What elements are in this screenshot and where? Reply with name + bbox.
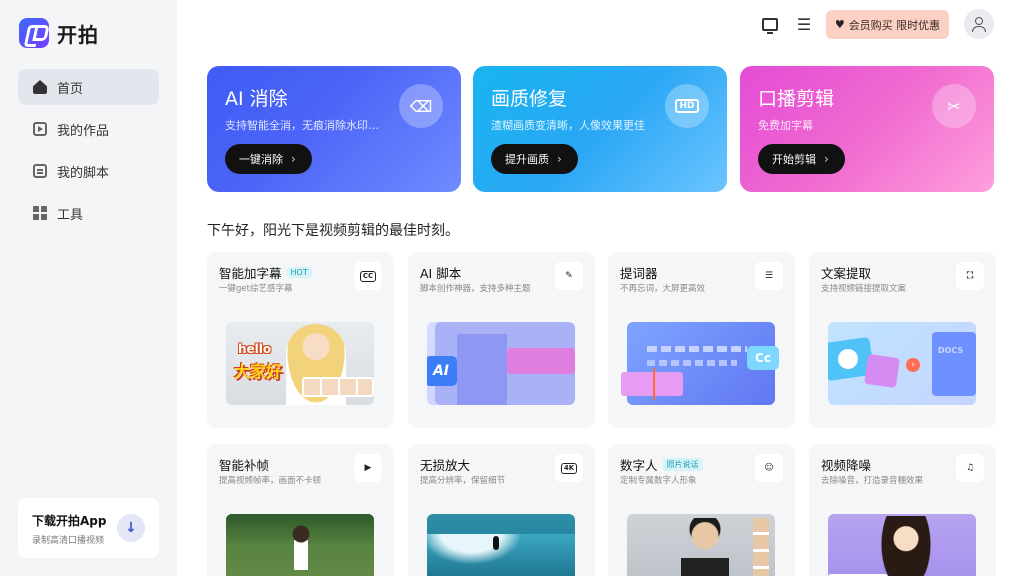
diamond-heart-icon: ♥ bbox=[834, 18, 845, 31]
card-thumbnail bbox=[226, 514, 374, 576]
chevron-right-icon: › bbox=[291, 152, 296, 166]
menu-icon[interactable]: ☰ bbox=[794, 14, 814, 34]
sidebar: 开拍 首页 我的作品 我的脚本 工具 下载开拍App 录制高清口播视频 ↓ bbox=[0, 0, 177, 576]
card-subtitle: 去除噪音，打造录音棚效果 bbox=[821, 476, 924, 486]
card-thumbnail bbox=[828, 514, 976, 576]
download-app-card[interactable]: 下载开拍App 录制高清口播视频 ↓ bbox=[18, 498, 159, 558]
banner-voice-edit[interactable]: 口播剪辑 免费加字幕 开始剪辑 › ✂ bbox=[740, 66, 994, 192]
tool-card-ai-script[interactable]: AI 脚本 脚本创作神器，支持多种主题 ✎ AI bbox=[408, 252, 595, 428]
card-title: 智能补帧 bbox=[219, 458, 270, 473]
chevron-right-icon: › bbox=[824, 152, 829, 166]
start-edit-button[interactable]: 开始剪辑 › bbox=[758, 144, 845, 174]
hd-icon: HD bbox=[665, 84, 709, 128]
banner-quality-repair[interactable]: 画质修复 渣糊画质变清晰，人像效果更佳 提升画质 › HD bbox=[473, 66, 727, 192]
tool-card-text-extract[interactable]: 文案提取 支持视频链接提取文案 ⛶ DOCS › bbox=[809, 252, 996, 428]
tool-card-frame-interpolation[interactable]: 智能补帧 提高视频帧率，画面不卡顿 ▶ bbox=[207, 444, 394, 576]
card-title: 提词器 bbox=[620, 266, 658, 281]
tool-card-digital-human[interactable]: 数字人 照片说话 定制专属数字人形象 ☺ bbox=[608, 444, 795, 576]
vip-label: 会员购买 限时优惠 bbox=[848, 18, 941, 32]
sidebar-item-label: 工具 bbox=[57, 207, 84, 223]
card-subtitle: 支持视频链接提取文案 bbox=[821, 284, 907, 294]
card-title: 无损放大 bbox=[420, 458, 471, 473]
card-title: 文案提取 bbox=[821, 266, 872, 281]
button-label: 一键消除 bbox=[239, 153, 283, 166]
script-icon bbox=[33, 164, 47, 178]
sidebar-item-my-works[interactable]: 我的作品 bbox=[18, 111, 159, 147]
sidebar-item-tools[interactable]: 工具 bbox=[18, 195, 159, 231]
chevron-right-icon: › bbox=[557, 152, 562, 166]
card-subtitle: 脚本创作神器，支持多种主题 bbox=[420, 284, 531, 294]
photo-talk-badge: 照片说话 bbox=[662, 458, 703, 471]
home-icon bbox=[33, 80, 47, 94]
card-thumbnail: AI bbox=[427, 322, 575, 405]
sidebar-item-my-scripts[interactable]: 我的脚本 bbox=[18, 153, 159, 189]
user-icon bbox=[975, 17, 983, 25]
card-title: 智能加字幕 bbox=[219, 266, 282, 281]
card-thumbnail bbox=[627, 514, 775, 576]
button-label: 开始剪辑 bbox=[772, 153, 816, 166]
logo-icon bbox=[19, 18, 49, 48]
works-icon bbox=[33, 122, 47, 136]
eraser-icon: ⌫ bbox=[399, 84, 443, 128]
card-thumbnail: Cc bbox=[621, 322, 779, 405]
one-click-erase-button[interactable]: 一键消除 › bbox=[225, 144, 312, 174]
sidebar-item-label: 我的作品 bbox=[57, 123, 110, 139]
scissors-icon: ✂ bbox=[932, 84, 976, 128]
card-subtitle: 定制专属数字人形象 bbox=[620, 476, 697, 486]
tool-card-video-denoise[interactable]: 视频降噪 去除噪音，打造录音棚效果 ♫ bbox=[809, 444, 996, 576]
app-logo[interactable]: 开拍 bbox=[19, 18, 99, 48]
tool-card-lossless-upscale[interactable]: 无损放大 提高分辨率，保留细节 4K bbox=[408, 444, 595, 576]
user-avatar[interactable] bbox=[964, 9, 994, 39]
hot-badge: HOT bbox=[286, 267, 312, 278]
improve-quality-button[interactable]: 提升画质 › bbox=[491, 144, 578, 174]
card-thumbnail bbox=[427, 514, 575, 576]
download-monitor-icon[interactable] bbox=[760, 14, 780, 34]
card-subtitle: 提高视频帧率，画面不卡顿 bbox=[219, 476, 322, 486]
vip-purchase-button[interactable]: ♥ 会员购买 限时优惠 bbox=[826, 10, 949, 39]
button-label: 提升画质 bbox=[505, 153, 549, 166]
card-subtitle: 提高分辨率，保留细节 bbox=[420, 476, 506, 486]
tool-card-smart-subtitles[interactable]: 智能加字幕 HOT 一键get综艺感字幕 CC hello 大家好 bbox=[207, 252, 394, 428]
extract-icon: ⛶ bbox=[956, 262, 984, 290]
denoise-icon: ♫ bbox=[956, 454, 984, 482]
greeting-text: 下午好，阳光下是视频剪辑的最佳时刻。 bbox=[207, 223, 459, 239]
frame-icon: ▶ bbox=[354, 454, 382, 482]
app-name: 开拍 bbox=[57, 22, 99, 47]
tool-card-teleprompter[interactable]: 提词器 不再忘词，大屏更高效 ☰ Cc bbox=[608, 252, 795, 428]
4k-icon: 4K bbox=[555, 454, 583, 482]
sidebar-item-label: 首页 bbox=[57, 81, 84, 97]
card-title: 视频降噪 bbox=[821, 458, 872, 473]
card-subtitle: 不再忘词，大屏更高效 bbox=[620, 284, 706, 294]
teleprompter-icon: ☰ bbox=[755, 262, 783, 290]
card-thumbnail: DOCS › bbox=[828, 322, 976, 405]
header-actions: ☰ bbox=[760, 14, 828, 34]
sidebar-nav: 首页 我的作品 我的脚本 工具 bbox=[18, 69, 159, 237]
cc-icon: CC bbox=[354, 262, 382, 290]
download-arrow-icon[interactable]: ↓ bbox=[117, 514, 145, 542]
card-title: 数字人 bbox=[620, 458, 658, 473]
card-thumbnail: hello 大家好 bbox=[226, 322, 374, 405]
card-title: AI 脚本 bbox=[420, 266, 462, 281]
card-subtitle: 一键get综艺感字幕 bbox=[219, 284, 293, 294]
sidebar-item-home[interactable]: 首页 bbox=[18, 69, 159, 105]
banner-ai-erase[interactable]: AI 消除 支持智能全消，无痕消除水印… 一键消除 › ⌫ bbox=[207, 66, 461, 192]
tools-icon bbox=[33, 206, 47, 220]
ai-script-icon: ✎ bbox=[555, 262, 583, 290]
sidebar-item-label: 我的脚本 bbox=[57, 165, 110, 181]
digital-human-icon: ☺ bbox=[755, 454, 783, 482]
